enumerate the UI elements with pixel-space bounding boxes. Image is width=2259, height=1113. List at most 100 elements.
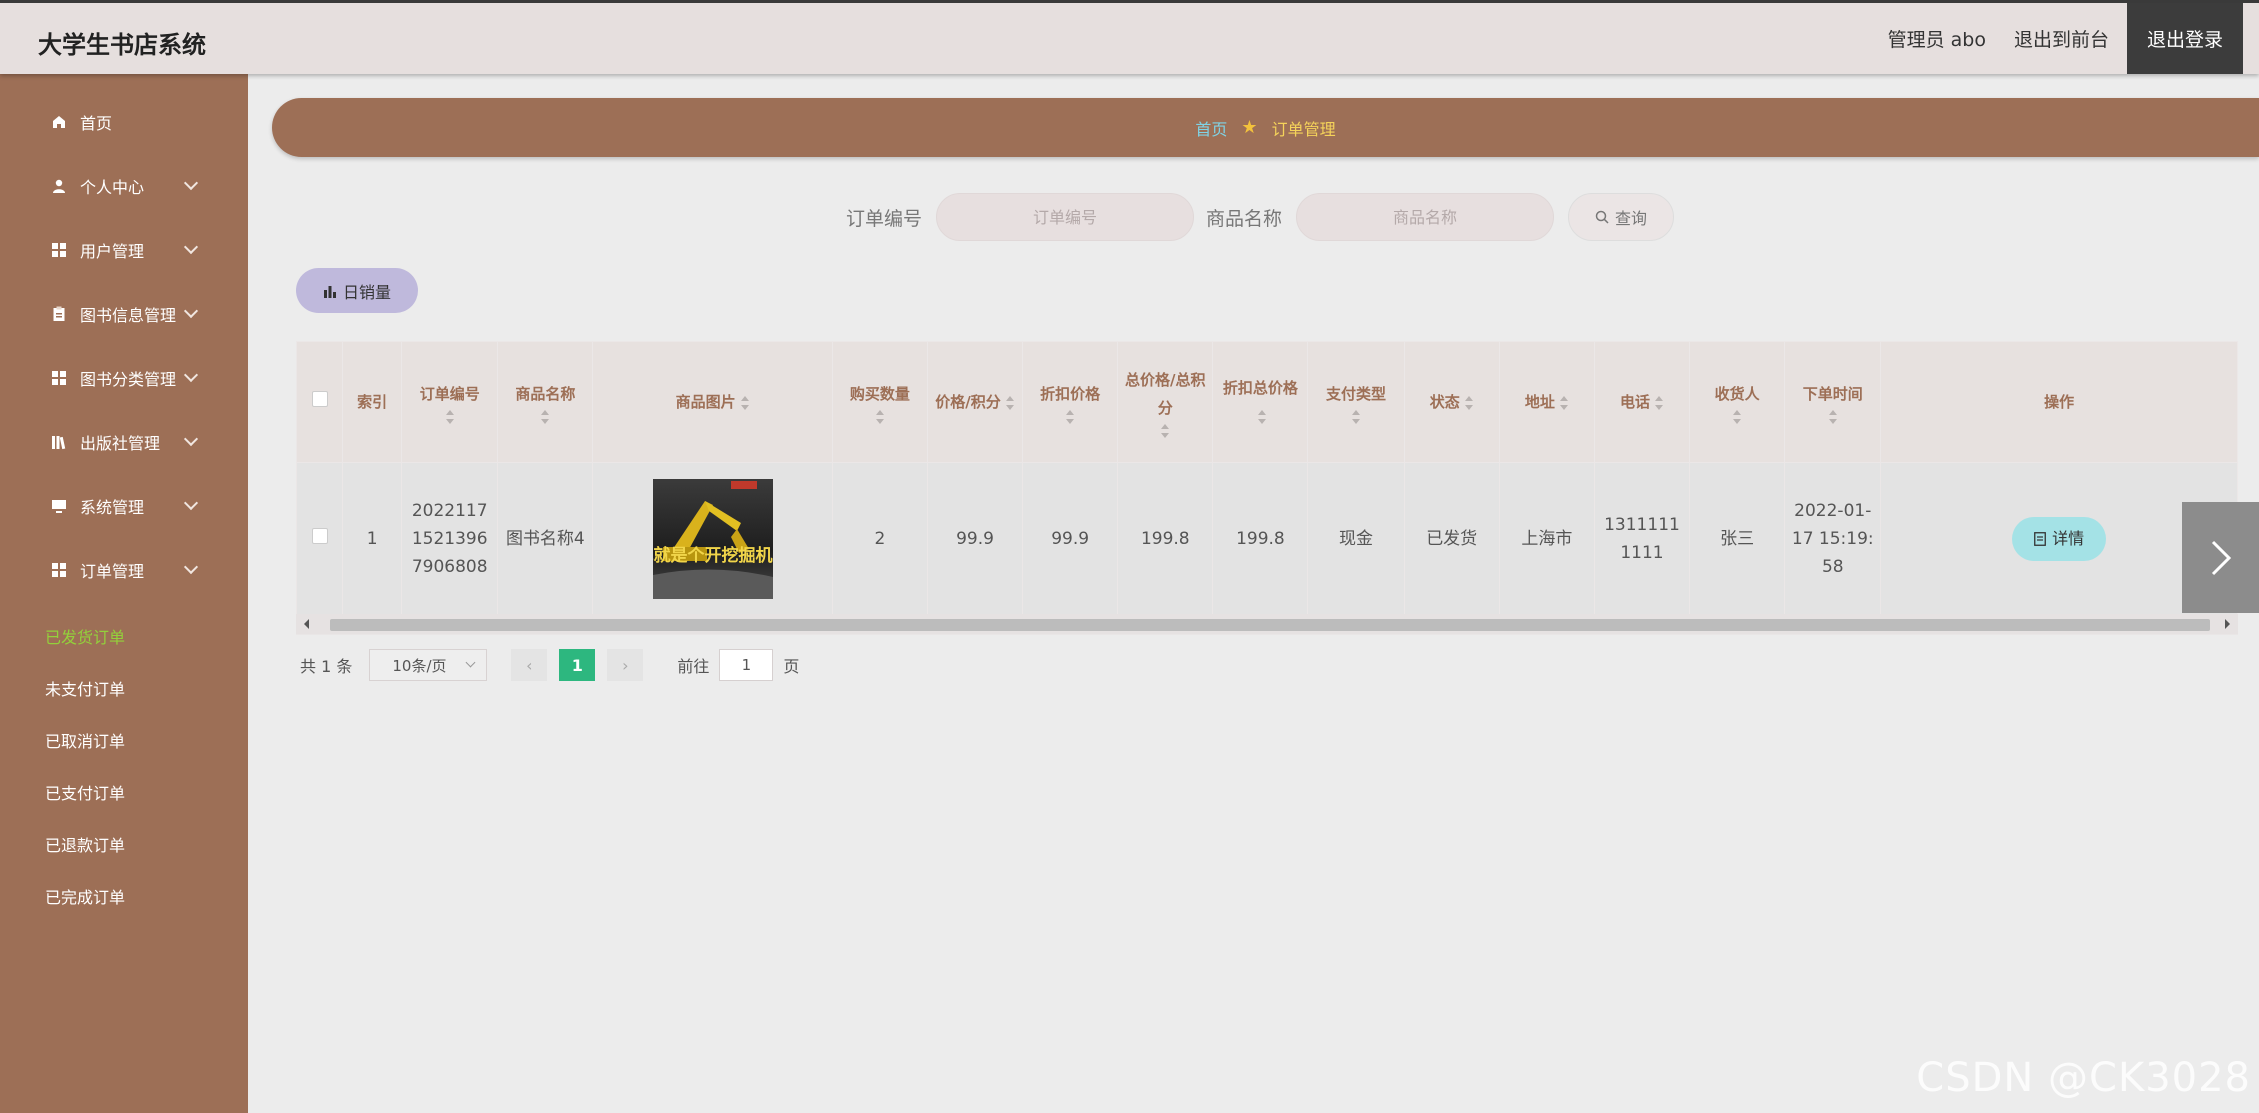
sort-icon[interactable] [1351, 410, 1361, 424]
query-button[interactable]: 查询 [1568, 193, 1675, 241]
cell-discount-total: 199.8 [1212, 462, 1309, 615]
goto-page-input[interactable] [719, 649, 774, 681]
header-label: 下单时间 [1802, 385, 1863, 403]
header-label: 操作 [2044, 393, 2075, 411]
order-no-input[interactable] [936, 193, 1195, 241]
sidebar-item-user-management[interactable]: 用户管理 [0, 218, 248, 282]
sort-icon[interactable] [1065, 410, 1075, 424]
header-actions: 管理员 abo 退出到前台 退出登录 [1874, 3, 2259, 74]
sort-icon[interactable] [540, 410, 550, 424]
sort-icon[interactable] [1160, 424, 1170, 438]
cell-index: 1 [342, 462, 403, 615]
row-select-cell [296, 462, 344, 615]
sidebar-sub-completed-orders[interactable]: 已完成订单 [0, 870, 248, 922]
sidebar-sub-cancelled-orders[interactable]: 已取消订单 [0, 714, 248, 766]
cell-phone: 13111111111 [1593, 462, 1691, 615]
cell-status: 已发货 [1403, 462, 1500, 615]
scroll-left-icon[interactable] [304, 619, 309, 629]
page-number-current[interactable]: 1 [559, 649, 596, 681]
page-size-value: 10条/页 [392, 656, 447, 675]
column-header[interactable]: 地址 [1498, 341, 1595, 463]
column-header[interactable]: 折扣总价格 [1212, 341, 1309, 463]
column-header[interactable]: 电话 [1593, 341, 1691, 463]
sort-icon[interactable] [1005, 395, 1015, 410]
column-header[interactable]: 总价格/总积分 [1117, 341, 1214, 463]
sidebar-item-publisher[interactable]: 出版社管理 [0, 410, 248, 474]
column-header[interactable]: 购买数量 [831, 341, 928, 463]
detail-button[interactable]: 详情 [2012, 516, 2107, 561]
page-size-select[interactable]: 10条/页 [369, 649, 488, 681]
cell-order-time: 2022-01-17 15:19:58 [1784, 462, 1882, 615]
sidebar-item-book-info[interactable]: 图书信息管理 [0, 282, 248, 346]
sidebar-item-book-category[interactable]: 图书分类管理 [0, 346, 248, 410]
scrollbar-thumb[interactable] [330, 619, 2210, 631]
detail-button-label: 详情 [2052, 528, 2085, 548]
logout-button[interactable]: 退出登录 [2126, 3, 2243, 74]
prev-page-button[interactable]: ‹ [511, 649, 548, 681]
sort-icon[interactable] [740, 395, 750, 410]
sidebar-sub-refunded-orders[interactable]: 已退款订单 [0, 818, 248, 870]
sidebar-item-order-management[interactable]: 订单管理 [0, 538, 248, 602]
header-label: 状态 [1429, 393, 1460, 411]
book-cover-title: 我就是个开挖掘机的 [653, 545, 773, 566]
breadcrumb-home[interactable]: 首页 [1195, 116, 1227, 140]
sort-icon[interactable] [1464, 395, 1474, 410]
sort-icon[interactable] [1257, 409, 1267, 424]
chevron-down-icon [183, 175, 199, 191]
sidebar-item-label: 出版社管理 [80, 434, 161, 453]
sort-icon[interactable] [875, 410, 885, 424]
next-page-button[interactable]: › [607, 649, 644, 681]
product-name-input[interactable] [1296, 193, 1555, 241]
column-header[interactable]: 折扣价格 [1022, 341, 1119, 463]
column-header[interactable]: 商品名称 [497, 341, 594, 463]
chevron-right-icon [2211, 540, 2231, 575]
sort-icon[interactable] [1559, 395, 1569, 410]
exit-to-front-link[interactable]: 退出到前台 [2000, 25, 2123, 52]
header-label: 折扣总价格 [1222, 379, 1298, 397]
cell-product-image: 我就是个开挖掘机的 [592, 462, 833, 615]
column-header[interactable]: 订单编号 [401, 341, 499, 463]
document-icon [2034, 531, 2047, 546]
table-header-row: 索引 订单编号 商品名称 商品图片 购买数量 价格/积分 折扣价格 总价格/总积… [296, 341, 2238, 463]
sort-icon[interactable] [445, 410, 455, 424]
chevron-down-icon [183, 431, 199, 447]
header-label: 地址 [1524, 393, 1555, 411]
orders-table: 索引 订单编号 商品名称 商品图片 购买数量 价格/积分 折扣价格 总价格/总积… [296, 341, 2238, 635]
user-icon [50, 177, 68, 195]
sort-icon[interactable] [1654, 395, 1664, 410]
sidebar-item-personal-center[interactable]: 个人中心 [0, 154, 248, 218]
clipboard-icon [50, 305, 68, 323]
header-label: 价格/积分 [935, 393, 1001, 411]
sidebar-sub-paid-orders[interactable]: 已支付订单 [0, 766, 248, 818]
cell-address: 上海市 [1498, 462, 1595, 615]
header-label: 总价格/总积分 [1125, 371, 1206, 417]
table-horizontal-scrollbar[interactable] [296, 614, 2238, 634]
sidebar-sub-shipped-orders[interactable]: 已发货订单 [0, 610, 248, 662]
sidebar-item-label: 个人中心 [80, 178, 145, 197]
sidebar-item-label: 订单管理 [80, 562, 145, 581]
next-slide-button[interactable] [2182, 502, 2259, 613]
row-checkbox[interactable] [311, 527, 328, 544]
column-header[interactable]: 收货人 [1689, 341, 1786, 463]
header-label: 电话 [1619, 393, 1650, 411]
pagination-total: 共 1 条 [300, 657, 353, 676]
column-header[interactable]: 价格/积分 [926, 341, 1024, 463]
sort-icon[interactable] [1828, 410, 1838, 424]
grid-icon [50, 241, 68, 259]
column-header[interactable]: 商品图片 [592, 341, 833, 463]
header-label: 折扣价格 [1040, 385, 1101, 403]
sidebar-item-home[interactable]: 首页 [0, 90, 248, 154]
sidebar-item-system[interactable]: 系统管理 [0, 474, 248, 538]
sidebar-item-label: 用户管理 [80, 242, 145, 261]
scroll-right-icon[interactable] [2225, 619, 2230, 629]
sort-icon[interactable] [1732, 410, 1742, 424]
cell-order-no: 20221171521396790680​8 [401, 462, 499, 615]
chevron-down-icon [183, 495, 199, 511]
library-icon [50, 433, 68, 451]
select-all-checkbox[interactable] [311, 391, 328, 407]
daily-sales-button[interactable]: 日销量 [296, 268, 418, 313]
column-header[interactable]: 支付类型 [1307, 341, 1405, 463]
sidebar-sub-unpaid-orders[interactable]: 未支付订单 [0, 662, 248, 714]
column-header[interactable]: 下单时间 [1784, 341, 1882, 463]
column-header[interactable]: 状态 [1403, 341, 1500, 463]
